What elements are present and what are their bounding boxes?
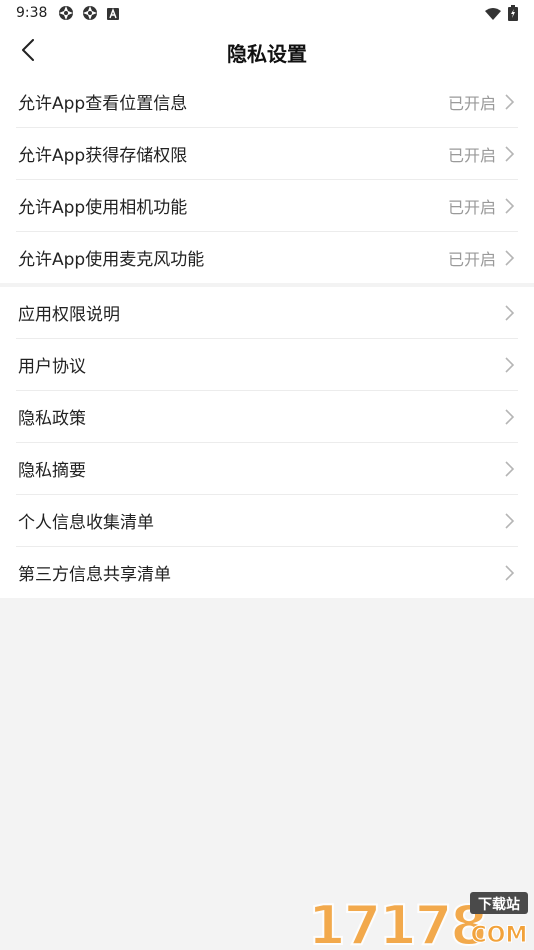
document-row-third-party-sharing-list[interactable]: 第三方信息共享清单 [16,547,518,598]
document-label: 隐私摘要 [18,461,86,481]
permission-status: 已开启 [447,249,496,269]
nav-bar: 隐私设置 [0,28,534,76]
notification-icons [58,5,120,25]
permission-status: 已开启 [447,145,496,165]
chevron-right-icon [505,94,515,110]
svg-text:下载站: 下载站 [478,896,520,913]
page-title: 隐私设置 [227,42,307,66]
chevron-right-icon [505,565,515,581]
permission-label: 允许App使用相机功能 [18,198,188,218]
permission-row-storage[interactable]: 允许App获得存储权限 已开启 [16,128,518,180]
chevron-right-icon [505,513,515,529]
status-time: 9:38 [16,5,48,21]
document-row-privacy-summary[interactable]: 隐私摘要 [16,443,518,495]
permission-label: 允许App使用麦克风功能 [18,250,205,270]
chevron-right-icon [505,461,515,477]
documents-section: 应用权限说明 用户协议 隐私政策 隐私摘要 个人信息收集清单 第三方信息共享清单 [0,287,534,598]
permission-row-microphone[interactable]: 允许App使用麦克风功能 已开启 [16,232,518,283]
chevron-right-icon [505,250,515,266]
permission-row-camera[interactable]: 允许App使用相机功能 已开启 [16,180,518,232]
document-label: 个人信息收集清单 [18,513,154,533]
svg-text:17178: 17178 [308,894,486,948]
permission-status: 已开启 [447,93,496,113]
document-row-personal-info-list[interactable]: 个人信息收集清单 [16,495,518,547]
document-label: 隐私政策 [18,409,86,429]
permission-status: 已开启 [447,197,496,217]
document-label: 应用权限说明 [18,305,120,325]
chevron-right-icon [505,198,515,214]
document-row-permission-explanation[interactable]: 应用权限说明 [16,287,518,339]
status-bar: 9:38 [0,0,534,28]
document-label: 第三方信息共享清单 [18,565,171,585]
document-row-privacy-policy[interactable]: 隐私政策 [16,391,518,443]
document-row-user-agreement[interactable]: 用户协议 [16,339,518,391]
permission-label: 允许App查看位置信息 [18,94,188,114]
permission-label: 允许App获得存储权限 [18,146,188,166]
permissions-section: 允许App查看位置信息 已开启 允许App获得存储权限 已开启 允许App使用相… [0,76,534,283]
chevron-right-icon [505,409,515,425]
chevron-right-icon [505,146,515,162]
chevron-right-icon [505,357,515,373]
aperture-icon [58,5,74,25]
chevron-right-icon [505,305,515,321]
wifi-icon [484,6,502,25]
aperture-icon [82,5,98,25]
svg-text:COM: COM [471,923,528,948]
watermark-logo: 17178 下载站 COM [307,892,528,948]
document-label: 用户协议 [18,357,86,377]
app-a-icon [106,6,120,25]
battery-charging-icon [508,5,518,25]
system-icons [484,5,518,25]
permission-row-location[interactable]: 允许App查看位置信息 已开启 [16,76,518,128]
